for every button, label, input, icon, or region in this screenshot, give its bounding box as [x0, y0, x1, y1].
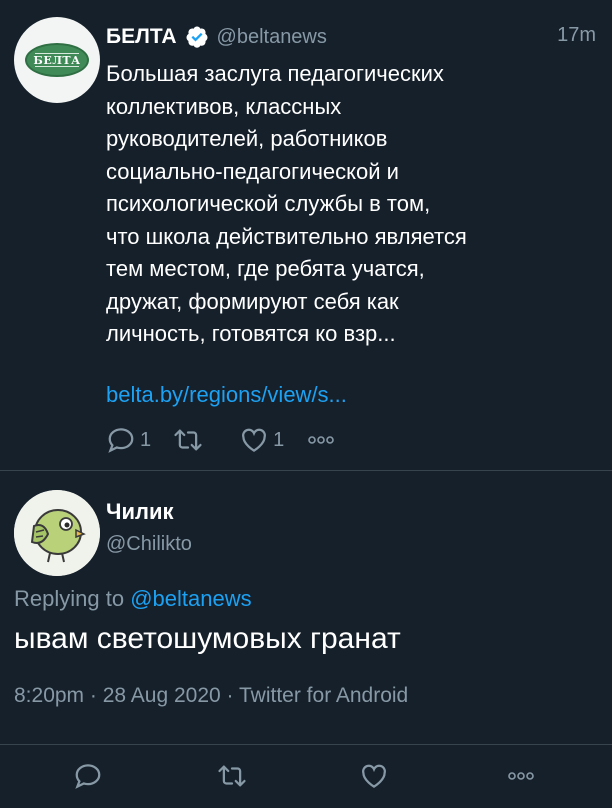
retweet-icon — [218, 765, 246, 787]
tweet-header: БЕЛТА @beltanews 17m — [106, 22, 596, 52]
tweet-actions: 1 1 — [106, 424, 336, 456]
more-button[interactable] — [306, 434, 336, 446]
like-button[interactable]: 1 — [239, 425, 284, 455]
tweet-meta: 8:20pm · 28 Aug 2020 · Twitter for Andro… — [14, 684, 408, 708]
divider — [0, 470, 612, 471]
tweet-link[interactable]: belta.by/regions/view/s... — [106, 382, 347, 408]
author-handle[interactable]: @beltanews — [217, 26, 327, 49]
logo-line-bottom — [35, 66, 79, 67]
belta-avatar[interactable]: БЕЛТА — [14, 17, 100, 103]
replying-to: Replying to @beltanews — [14, 586, 252, 612]
like-icon — [362, 764, 386, 788]
retweet-button[interactable] — [173, 425, 203, 455]
author-name[interactable]: БЕЛТА — [106, 25, 177, 49]
more-button[interactable] — [505, 760, 537, 792]
author-name[interactable]: Чилик — [106, 499, 174, 525]
verified-badge-icon — [186, 26, 208, 48]
replying-mention[interactable]: @beltanews — [130, 586, 251, 611]
replying-prefix: Replying to — [14, 586, 125, 611]
chilik-avatar[interactable] — [14, 490, 100, 576]
reply-count: 1 — [140, 428, 152, 451]
reply-button[interactable] — [72, 760, 104, 792]
bird-avatar-icon — [14, 490, 100, 576]
like-count: 1 — [273, 428, 285, 451]
more-icon — [508, 772, 534, 780]
reply-icon — [75, 764, 101, 789]
like-icon — [242, 428, 267, 452]
logo-line-top — [35, 53, 79, 54]
reply-button[interactable]: 1 — [106, 425, 151, 455]
context-tweet[interactable]: БЕЛТА БЕЛТА @beltanews 17m Большая заслу… — [0, 0, 612, 470]
author-handle[interactable]: @Chilikto — [106, 533, 192, 556]
tweet-time[interactable]: 17m — [557, 24, 596, 47]
retweet-button[interactable] — [216, 760, 248, 792]
more-icon — [308, 436, 335, 444]
tweet-text: Большая заслуга педагогических коллектив… — [106, 61, 467, 346]
retweet-icon — [174, 429, 202, 451]
reply-text: ывам светошумовых гранат — [14, 622, 401, 655]
meta-separator: · — [226, 684, 234, 707]
tweet-time[interactable]: 8:20pm — [14, 684, 84, 707]
belta-logo-text: БЕЛТА — [33, 53, 81, 67]
action-bar — [0, 744, 612, 808]
tweet-date[interactable]: 28 Aug 2020 — [103, 684, 221, 707]
reply-icon — [108, 428, 134, 453]
tweet-source[interactable]: Twitter for Android — [239, 684, 408, 707]
like-button[interactable] — [358, 760, 390, 792]
belta-logo: БЕЛТА — [25, 43, 89, 77]
meta-separator: · — [89, 684, 97, 707]
